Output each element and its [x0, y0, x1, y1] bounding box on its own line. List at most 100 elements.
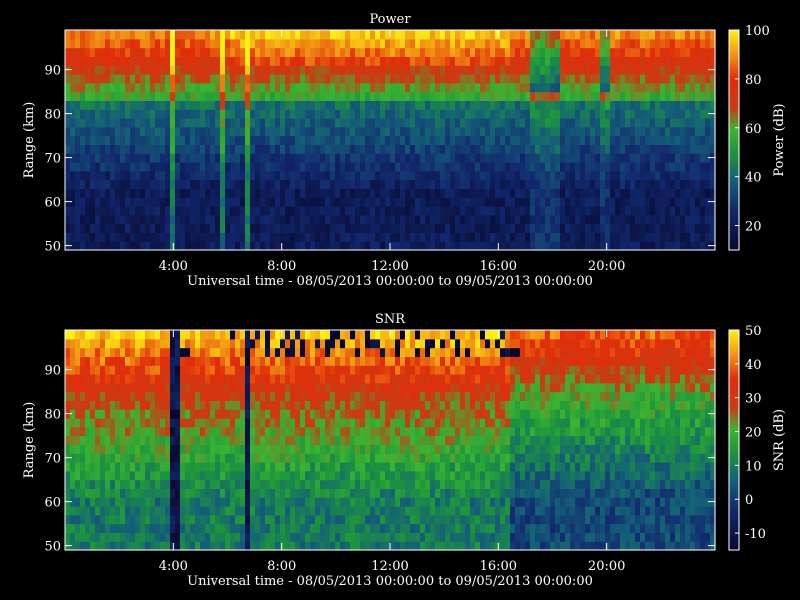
heatmap-cell — [125, 347, 131, 357]
heatmap-cell — [95, 426, 101, 437]
heatmap-cell — [420, 144, 426, 154]
heatmap-cell — [490, 214, 496, 225]
heatmap-cell — [325, 56, 331, 66]
heatmap-cell — [120, 232, 126, 242]
heatmap-cell — [440, 214, 446, 225]
heatmap-cell — [220, 541, 226, 551]
heatmap-cell — [160, 118, 166, 128]
heatmap-cell — [110, 109, 116, 119]
heatmap-cell — [585, 214, 591, 225]
heatmap-cell — [550, 162, 556, 172]
heatmap-cell — [390, 206, 396, 216]
heatmap-cell — [80, 391, 86, 401]
heatmap-cell — [455, 65, 461, 75]
heatmap-cell — [435, 206, 441, 216]
heatmap-cell — [465, 100, 471, 110]
heatmap-cell — [380, 82, 386, 93]
heatmap-cell — [205, 330, 211, 340]
heatmap-cell — [75, 356, 81, 366]
heatmap-cell — [610, 30, 616, 40]
heatmap-cell — [210, 541, 216, 551]
heatmap-cell — [255, 382, 261, 393]
heatmap-cell — [500, 38, 506, 49]
heatmap-cell — [145, 109, 151, 119]
heatmap-cell — [565, 153, 571, 163]
heatmap-cell — [210, 65, 216, 75]
heatmap-cell — [160, 470, 166, 481]
heatmap-cell — [330, 418, 336, 428]
heatmap-cell — [305, 47, 311, 57]
heatmap-cell — [100, 356, 106, 366]
heatmap-cell — [600, 206, 606, 216]
heatmap-cell — [380, 100, 386, 110]
heatmap-cell — [105, 144, 111, 154]
heatmap-cell — [200, 338, 206, 349]
heatmap-cell — [415, 65, 421, 75]
heatmap-cell — [180, 400, 186, 410]
heatmap-cell — [530, 197, 536, 207]
heatmap-cell — [325, 197, 331, 207]
heatmap-cell — [100, 453, 106, 463]
heatmap-cell — [95, 47, 101, 57]
heatmap-cell — [195, 74, 201, 84]
heatmap-cell — [635, 82, 641, 93]
heatmap-cell — [200, 100, 206, 110]
heatmap-cell — [75, 162, 81, 172]
heatmap-cell — [540, 170, 546, 181]
heatmap-cell — [70, 435, 76, 445]
heatmap-cell — [560, 100, 566, 110]
heatmap-cell — [485, 232, 491, 242]
heatmap-cell — [90, 514, 96, 525]
heatmap-cell — [170, 435, 176, 445]
heatmap-cell — [125, 418, 131, 428]
heatmap-cell — [430, 100, 436, 110]
heatmap-cell — [690, 126, 696, 137]
heatmap-cell — [650, 47, 656, 57]
heatmap-cell — [645, 232, 651, 242]
heatmap-cell — [350, 330, 356, 340]
heatmap-cell — [265, 100, 271, 110]
heatmap-cell — [80, 223, 86, 233]
heatmap-cell — [230, 30, 236, 40]
heatmap-cell — [155, 382, 161, 393]
heatmap-cell — [685, 144, 691, 154]
heatmap-cell — [280, 532, 286, 542]
heatmap-cell — [700, 118, 706, 128]
heatmap-cell — [335, 400, 341, 410]
heatmap-cell — [140, 391, 146, 401]
heatmap-cell — [175, 374, 181, 384]
heatmap-cell — [440, 206, 446, 216]
heatmap-cell — [95, 118, 101, 128]
heatmap-cell — [95, 135, 101, 145]
heatmap-cell — [320, 56, 326, 66]
heatmap-cell — [605, 144, 611, 154]
heatmap-cell — [70, 118, 76, 128]
heatmap-cell — [165, 497, 171, 507]
heatmap-cell — [525, 100, 531, 110]
heatmap-cell — [470, 232, 476, 242]
heatmap-cell — [495, 241, 501, 251]
heatmap-cell — [505, 170, 511, 181]
x-axis-label: Universal time - 08/05/2013 00:00:00 to … — [187, 574, 593, 589]
heatmap-cell — [250, 144, 256, 154]
heatmap-cell — [90, 56, 96, 66]
heatmap-cell — [430, 56, 436, 66]
heatmap-cell — [330, 82, 336, 93]
heatmap-cell — [355, 100, 361, 110]
heatmap-cell — [480, 162, 486, 172]
heatmap-cell — [440, 126, 446, 137]
heatmap-cell — [335, 223, 341, 233]
heatmap-cell — [580, 214, 586, 225]
heatmap-cell — [250, 206, 256, 216]
heatmap-cell — [635, 144, 641, 154]
heatmap-cell — [200, 374, 206, 384]
heatmap-cell — [545, 30, 551, 40]
heatmap-cell — [195, 91, 201, 101]
heatmap-cell — [570, 126, 576, 137]
heatmap-cell — [400, 109, 406, 119]
heatmap-cell — [220, 100, 226, 110]
heatmap-cell — [505, 65, 511, 75]
heatmap-cell — [340, 135, 346, 145]
heatmap-cell — [620, 232, 626, 242]
heatmap-cell — [700, 232, 706, 242]
